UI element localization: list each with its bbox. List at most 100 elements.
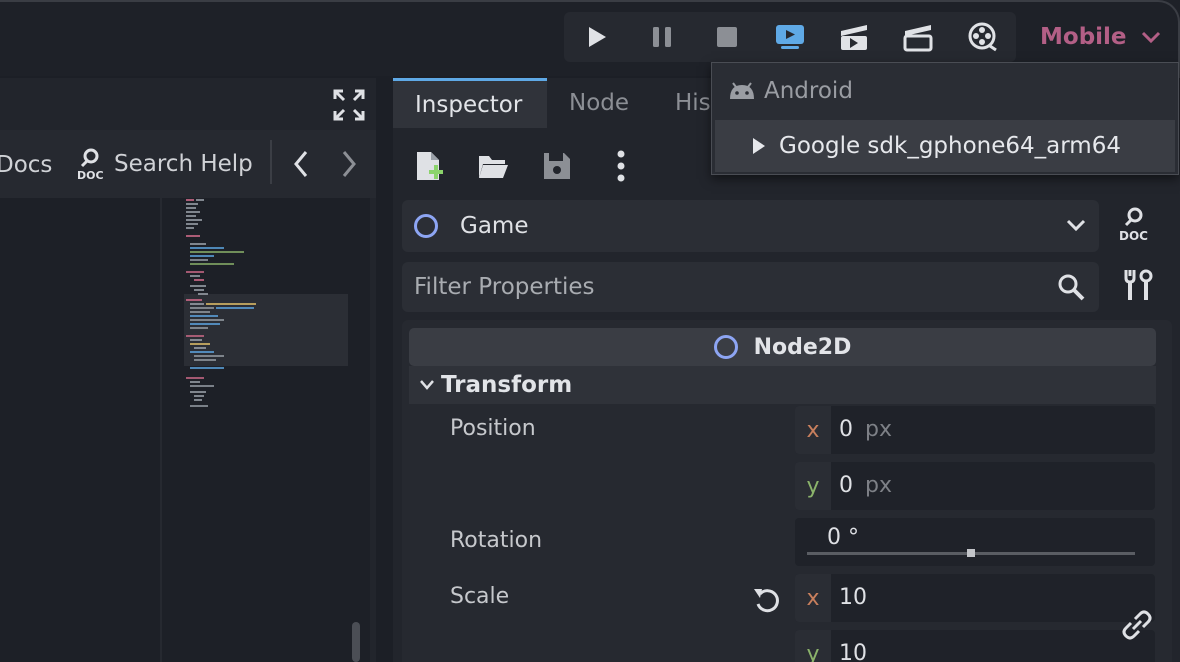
search-help-label: Search Help [114, 151, 253, 177]
rotation-value: 0 ° [827, 525, 859, 550]
minimap[interactable] [184, 198, 348, 438]
axis-x-label: x [795, 574, 831, 622]
menu-section-android: Android [712, 63, 1178, 118]
menu-item-label: Google sdk_gphone64_arm64 [779, 133, 1121, 159]
stop-icon [717, 27, 737, 47]
position-y-unit: px [865, 473, 892, 498]
rotation-field[interactable]: 0 ° [795, 518, 1155, 566]
revert-scale-button[interactable] [752, 585, 782, 615]
section-title: Transform [441, 372, 573, 398]
tools-icon [1124, 269, 1153, 300]
position-y-field[interactable]: y 0 px [795, 462, 1155, 510]
position-label: Position [450, 416, 536, 441]
scale-x-field[interactable]: x 10 [795, 574, 1155, 622]
property-list: Node2D Transform Position x 0 px y 0 px … [402, 320, 1172, 662]
rotation-slider-knob[interactable] [967, 549, 975, 557]
history-back-button[interactable] [286, 146, 316, 182]
script-panel-header [0, 78, 376, 128]
tab-history[interactable]: His [657, 78, 717, 128]
play-custom-scene-icon [903, 25, 933, 52]
play-icon [589, 27, 606, 47]
chevron-down-icon [420, 380, 434, 390]
expand-icon [333, 89, 365, 121]
remote-deploy-menu: Android Google sdk_gphone64_arm64 [711, 62, 1179, 175]
editor-scrollbar-thumb[interactable] [352, 622, 360, 662]
save-resource-button[interactable] [539, 148, 575, 184]
chevron-down-icon [1066, 219, 1086, 232]
movie-maker-button[interactable] [968, 22, 998, 52]
scale-x-value: 10 [839, 585, 867, 610]
android-icon [730, 81, 754, 99]
node2d-icon [414, 214, 438, 238]
history-forward-button[interactable] [334, 146, 364, 182]
position-x-field[interactable]: x 0 px [795, 406, 1155, 454]
script-panel: Docs DOC Search Help [0, 78, 376, 662]
filter-placeholder: Filter Properties [414, 274, 595, 300]
search-help-button[interactable]: DOC Search Help [76, 146, 253, 182]
more-vertical-icon [617, 150, 625, 182]
class-name: Node2D [753, 334, 852, 360]
tab-node-label: Node [569, 90, 630, 116]
axis-y-label: y [795, 462, 831, 510]
save-icon [544, 153, 570, 179]
chevron-left-icon [294, 151, 308, 177]
folder-open-icon [479, 156, 508, 178]
class-header: Node2D [409, 328, 1156, 366]
remote-deploy-icon [776, 25, 804, 49]
object-selector[interactable]: Game [402, 200, 1099, 252]
tab-inspector-label: Inspector [415, 91, 523, 118]
remote-deploy-button[interactable] [775, 22, 805, 52]
svg-text:DOC: DOC [1119, 229, 1148, 242]
scale-y-value: 10 [839, 641, 867, 662]
tab-history-label: His [675, 90, 711, 116]
toolbar-divider [270, 140, 272, 184]
selected-object-label: Game [460, 213, 529, 239]
gutter-divider [160, 198, 162, 662]
reload-icon [754, 589, 779, 613]
transform-section-header[interactable]: Transform [409, 366, 1156, 404]
axis-x-label: x [795, 406, 831, 454]
run-bar [564, 12, 1016, 62]
play-icon [753, 138, 765, 154]
pause-icon [653, 27, 671, 47]
distraction-free-button[interactable] [332, 88, 366, 122]
renderer-selector[interactable]: Mobile [1020, 12, 1170, 62]
svg-text:DOC: DOC [77, 169, 104, 181]
position-x-unit: px [865, 417, 892, 442]
link-scale-button[interactable] [1122, 610, 1154, 642]
tab-inspector[interactable]: Inspector [393, 78, 547, 128]
tab-node[interactable]: Node [547, 78, 657, 128]
search-icon [1058, 274, 1085, 301]
scale-y-field[interactable]: y 10 [795, 630, 1155, 662]
axis-y-label: y [795, 630, 831, 662]
stop-button[interactable] [712, 22, 742, 52]
position-x-value: 0 [839, 417, 853, 442]
resource-menu-button[interactable] [603, 148, 639, 184]
position-y-value: 0 [839, 473, 853, 498]
doc-search-icon: DOC [77, 148, 104, 181]
new-resource-icon [417, 152, 443, 180]
play-custom-scene-button[interactable] [903, 22, 933, 52]
inspector-tools-button[interactable] [1123, 268, 1155, 304]
online-docs-button[interactable]: Docs [0, 152, 52, 178]
play-button[interactable] [582, 22, 612, 52]
open-documentation-button[interactable]: DOC [1117, 206, 1155, 246]
code-editor[interactable] [0, 198, 370, 662]
link-icon [1122, 610, 1152, 640]
movie-maker-icon [968, 22, 997, 52]
new-resource-button[interactable] [411, 148, 447, 184]
play-scene-icon [841, 25, 867, 50]
load-resource-button[interactable] [475, 148, 511, 184]
renderer-label: Mobile [1040, 24, 1127, 50]
chevron-down-icon [1141, 31, 1160, 43]
play-scene-button[interactable] [839, 22, 869, 52]
doc-search-icon: DOC [1119, 207, 1148, 243]
node2d-icon [713, 335, 738, 359]
chevron-right-icon [342, 151, 356, 177]
rotation-label: Rotation [450, 528, 543, 553]
scale-label: Scale [450, 584, 510, 609]
pause-button[interactable] [647, 22, 677, 52]
menu-item-device[interactable]: Google sdk_gphone64_arm64 [715, 120, 1175, 172]
filter-properties-input[interactable]: Filter Properties [402, 262, 1099, 312]
menu-section-label: Android [764, 77, 853, 104]
